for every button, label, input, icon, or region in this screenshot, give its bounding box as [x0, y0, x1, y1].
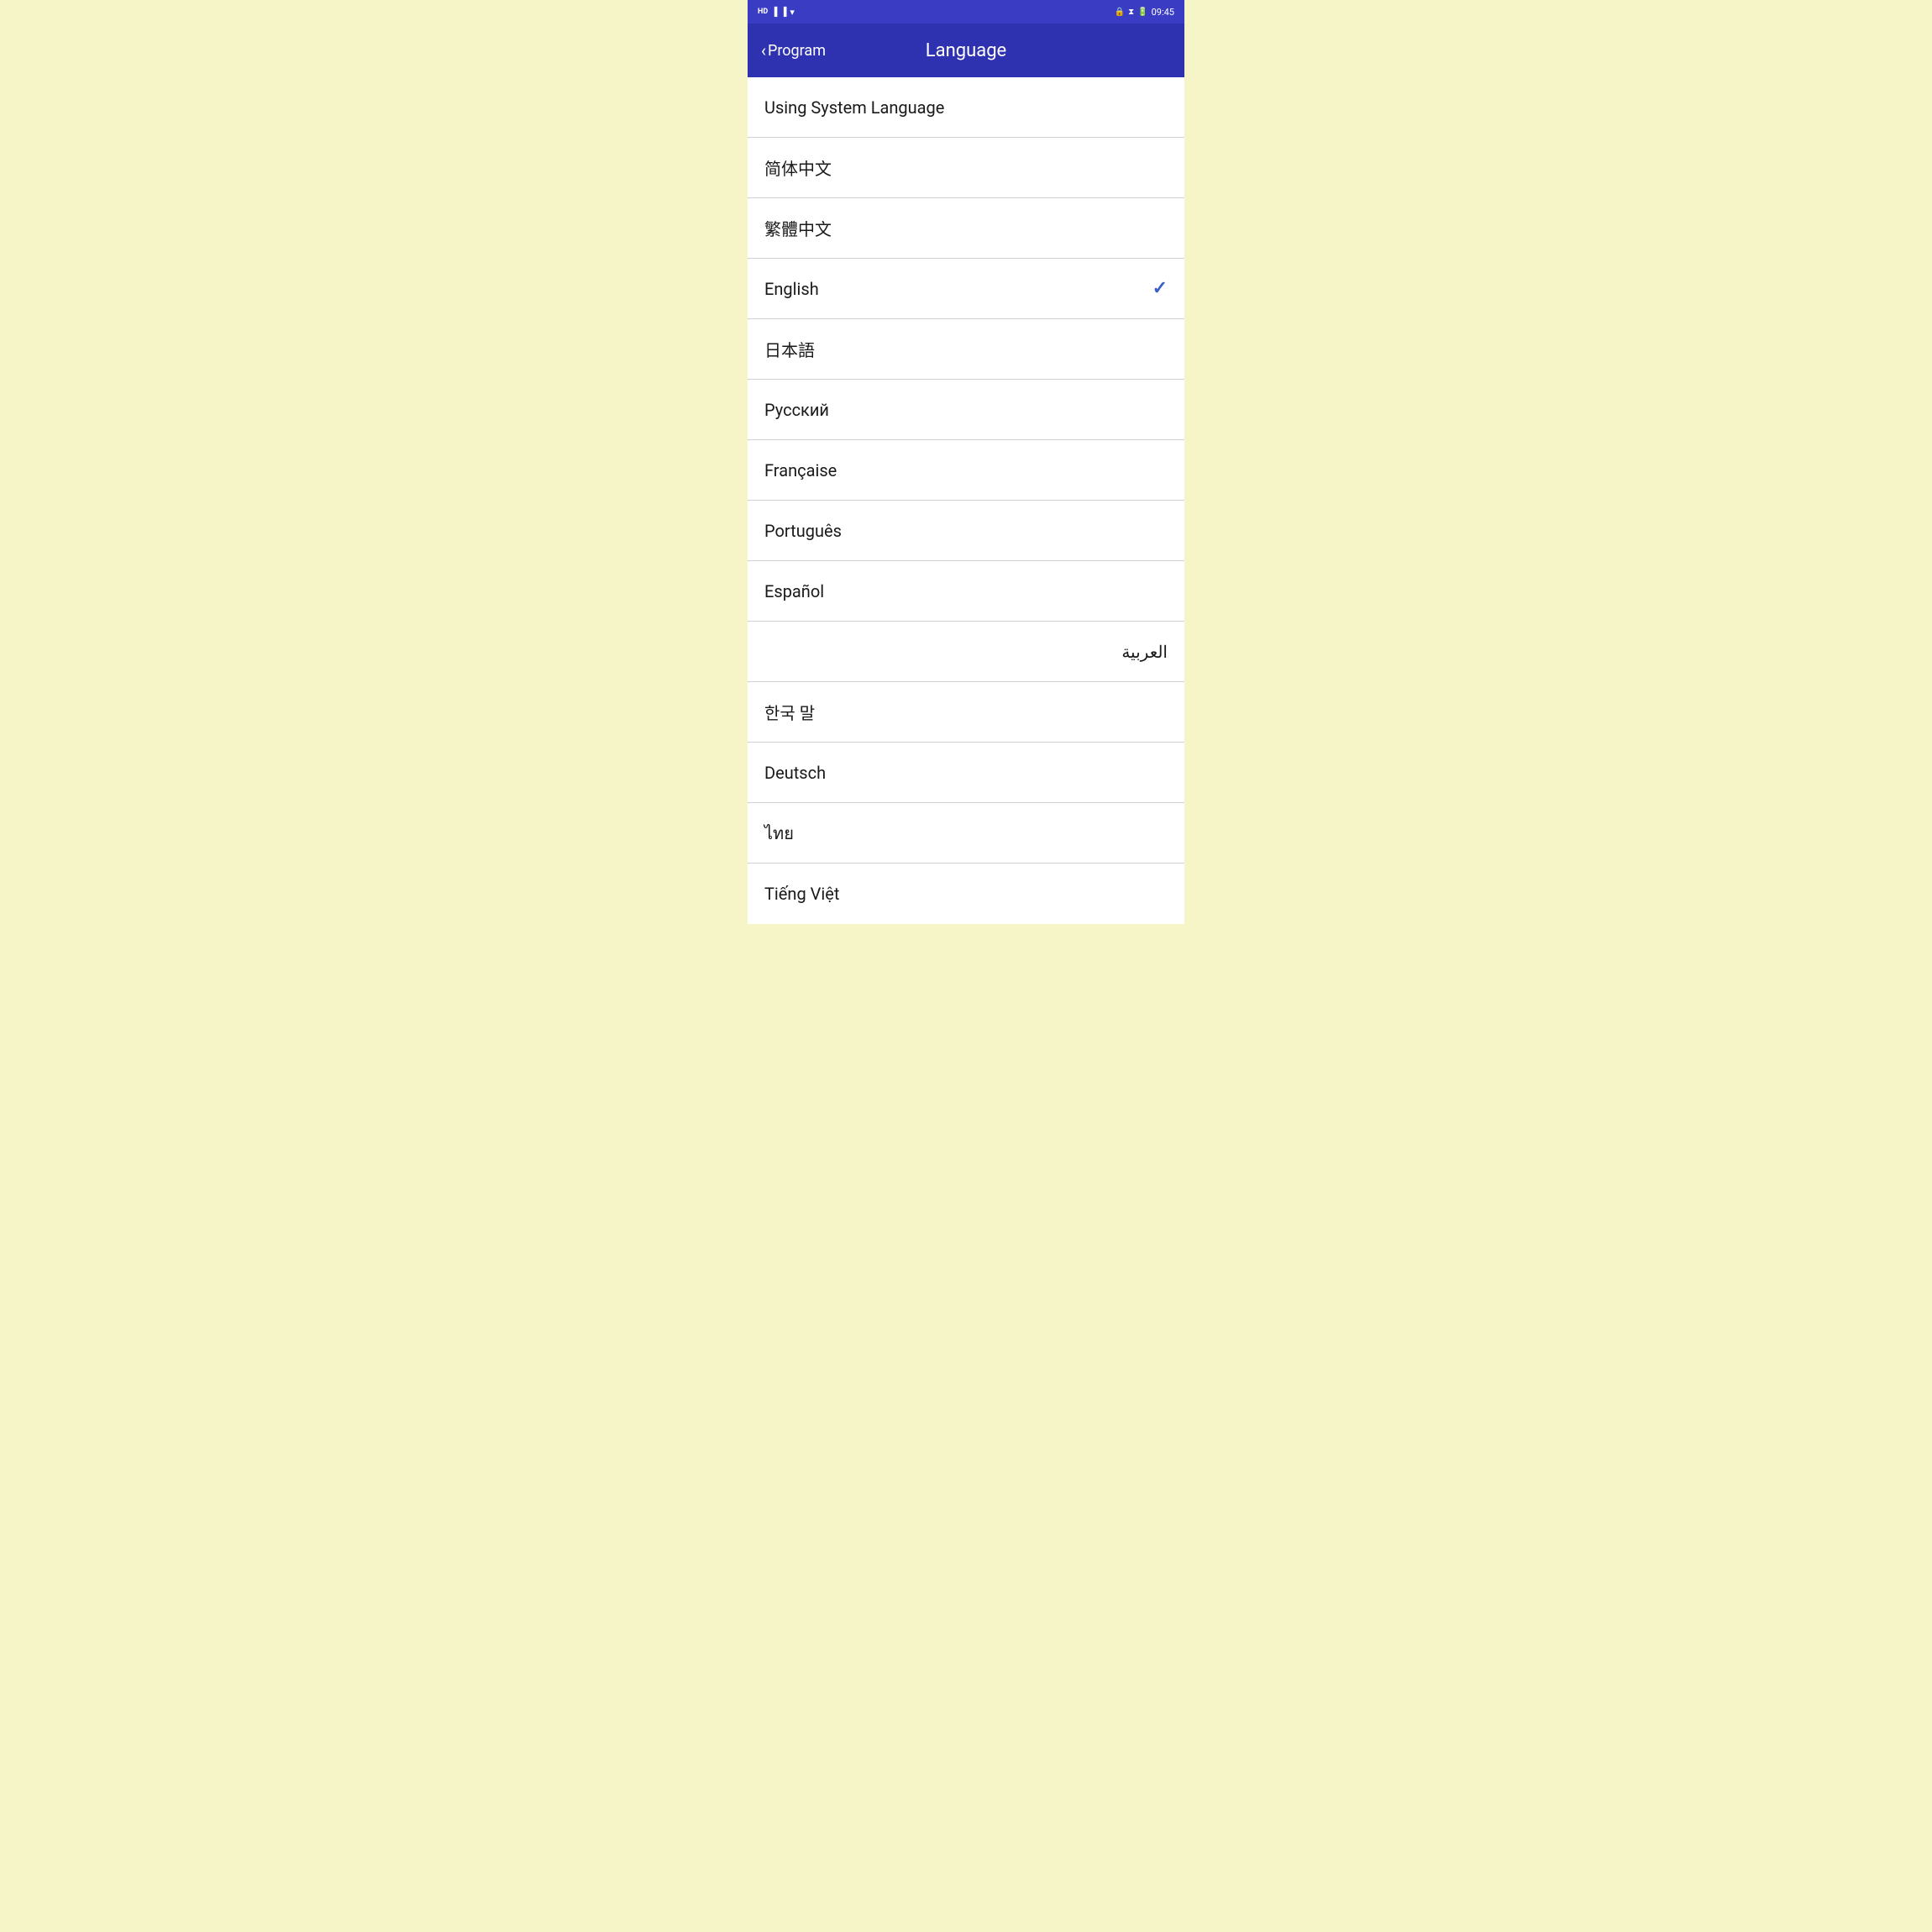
language-name-ko: 한국 말: [764, 700, 815, 724]
language-item-ar[interactable]: العربية: [748, 622, 1184, 682]
language-name-zh-hans: 简体中文: [764, 155, 832, 180]
language-list: Using System Language 简体中文繁體中文 English ✓ 日本語…: [748, 77, 1184, 924]
clock-icon: ⧗: [1128, 8, 1134, 17]
language-name-ar: العربية: [764, 642, 1168, 662]
language-name-zh-hant: 繁體中文: [764, 216, 832, 240]
signal1-icon: ▐: [771, 8, 777, 17]
battery-icon: 🔋: [1137, 8, 1147, 17]
language-item-zh-hant[interactable]: 繁體中文: [748, 198, 1184, 259]
secure-icon: 🔒: [1115, 8, 1125, 17]
back-chevron-icon: ‹: [761, 40, 766, 60]
time-display: 09:45: [1152, 7, 1174, 18]
language-name-ru: Русский: [764, 400, 829, 420]
signal2-icon: ▐: [780, 8, 786, 17]
back-button[interactable]: ‹ Program: [761, 40, 826, 60]
status-bar: HD ▐ ▐ ▾ 🔒 ⧗ 🔋 09:45: [748, 0, 1184, 24]
language-name-ja: 日本語: [764, 337, 815, 361]
language-name-th: ไทย: [764, 820, 794, 847]
language-name-pt: Português: [764, 521, 842, 541]
language-item-zh-hans[interactable]: 简体中文: [748, 138, 1184, 198]
language-item-ru[interactable]: Русский: [748, 380, 1184, 440]
page-title: Language: [926, 40, 1006, 61]
language-item-de[interactable]: Deutsch: [748, 743, 1184, 803]
language-name-fr: Française: [764, 460, 837, 480]
back-label: Program: [768, 42, 826, 60]
hd-icon: HD: [758, 8, 768, 16]
language-item-th[interactable]: ไทย: [748, 803, 1184, 864]
selected-checkmark-icon: ✓: [1152, 278, 1168, 299]
language-item-fr[interactable]: Française: [748, 440, 1184, 501]
language-item-system[interactable]: Using System Language: [748, 77, 1184, 138]
language-name-de: Deutsch: [764, 763, 826, 783]
language-item-vi[interactable]: Tiếng Việt: [748, 864, 1184, 924]
language-item-ja[interactable]: 日本語: [748, 319, 1184, 380]
status-bar-left: HD ▐ ▐ ▾: [758, 7, 795, 18]
language-name-system: Using System Language: [764, 97, 944, 118]
language-item-es[interactable]: Español: [748, 561, 1184, 622]
language-name-en: English: [764, 279, 819, 299]
language-name-es: Español: [764, 581, 824, 601]
phone-container: HD ▐ ▐ ▾ 🔒 ⧗ 🔋 09:45 ‹ Program Language …: [748, 0, 1184, 924]
language-item-en[interactable]: English ✓: [748, 259, 1184, 319]
language-item-pt[interactable]: Português: [748, 501, 1184, 561]
status-bar-right: 🔒 ⧗ 🔋 09:45: [1115, 7, 1174, 18]
language-name-vi: Tiếng Việt: [764, 884, 839, 904]
language-item-ko[interactable]: 한국 말: [748, 682, 1184, 743]
wifi-icon: ▾: [790, 7, 795, 18]
nav-bar: ‹ Program Language: [748, 24, 1184, 77]
